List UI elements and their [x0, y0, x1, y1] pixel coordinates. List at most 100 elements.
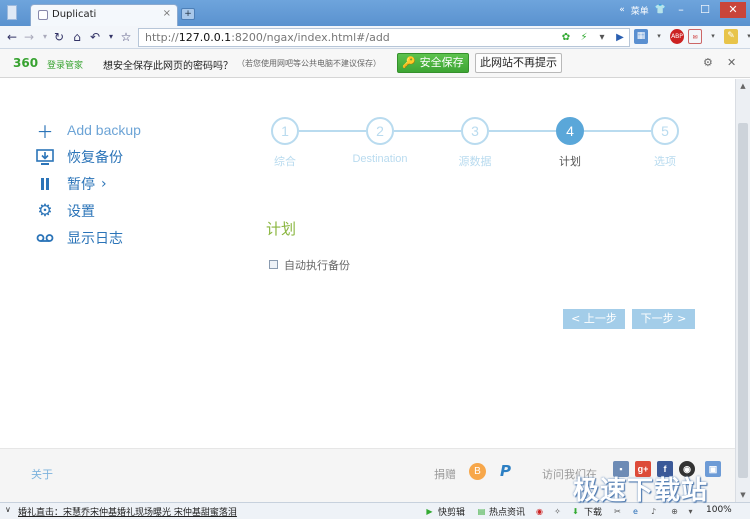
- sidebar-item-label: 暂停: [67, 177, 95, 193]
- never-prompt-button[interactable]: 此网站不再提示: [475, 53, 562, 73]
- step-2-label[interactable]: Destination: [340, 153, 420, 165]
- step-2-circle[interactable]: 2: [366, 117, 394, 145]
- bookmark-star-icon[interactable]: ☆: [119, 29, 133, 45]
- next-step-button[interactable]: 下一步 >: [632, 309, 695, 329]
- password-save-bar: 360 登录管家 想安全保存此网页的密码吗？ （若您使用网吧等公共电脑不建议保存…: [0, 49, 750, 78]
- tab-close-icon[interactable]: ×: [163, 8, 171, 19]
- new-tab-button[interactable]: +: [181, 8, 195, 20]
- home-icon[interactable]: ⌂: [70, 29, 84, 45]
- gear-icon[interactable]: ⚙: [703, 56, 713, 69]
- paypal-icon[interactable]: P: [500, 462, 511, 480]
- auto-run-label[interactable]: 自动执行备份: [284, 257, 350, 273]
- hot-news-link[interactable]: 热点资讯: [489, 505, 525, 518]
- browser-titlebar: Duplicati × + « 菜单 👕 – ☐ ✕: [0, 0, 750, 26]
- login-manager-label: 登录管家: [47, 61, 84, 71]
- apps-dropdown-icon[interactable]: ▾: [652, 29, 666, 44]
- speed-mode-icon[interactable]: ⚡: [577, 30, 591, 45]
- step-1-circle[interactable]: 1: [271, 117, 299, 145]
- mail-dropdown-icon[interactable]: ▾: [706, 29, 720, 44]
- about-link[interactable]: 关于: [31, 466, 53, 482]
- donate-label: 捐赠: [434, 468, 456, 481]
- logo-360: 360: [13, 56, 39, 70]
- shirt-skin-icon[interactable]: 👕: [655, 5, 666, 15]
- scroll-down-arrow-icon[interactable]: ▼: [736, 488, 750, 502]
- address-bar[interactable]: http://127.0.0.1:8200/ngax/index.html#/a…: [138, 28, 630, 47]
- navigation-bar: ← → ▾ ↻ ⌂ ↶ ▾ ☆ http://127.0.0.1:8200/ng…: [0, 26, 750, 49]
- url-text: http://127.0.0.1:8200/ngax/index.html#/a…: [145, 31, 390, 44]
- news-ticker-link[interactable]: 婚礼直击：宋慧乔宋仲基婚礼现场曝光 宋仲基甜蜜落泪: [18, 505, 237, 518]
- privacy-icon[interactable]: ◉: [534, 506, 545, 517]
- refresh-icon[interactable]: ↻: [52, 29, 66, 45]
- close-window-button[interactable]: ✕: [720, 2, 746, 18]
- previous-step-button[interactable]: < 上一步: [563, 309, 625, 329]
- sidebar-item-add-backup[interactable]: ＋ Add backup: [35, 119, 141, 143]
- news-prefix: 婚礼直击：: [18, 508, 64, 518]
- zoom-dropdown-icon[interactable]: ▾: [685, 506, 696, 517]
- step-connector: [584, 130, 651, 132]
- scroll-thumb[interactable]: [738, 123, 748, 478]
- zoom-level[interactable]: 100%: [706, 505, 732, 515]
- step-3-circle[interactable]: 3: [461, 117, 489, 145]
- pause-icon: [35, 174, 55, 194]
- sidebar-item-settings[interactable]: ⚙ 设置: [35, 200, 95, 222]
- menu-button[interactable]: 菜单: [631, 4, 649, 17]
- address-dropdown-icon[interactable]: ▾: [595, 30, 609, 45]
- close-icon[interactable]: ✕: [727, 56, 736, 69]
- ie-icon[interactable]: e: [630, 506, 641, 517]
- note-dropdown-icon[interactable]: ▾: [742, 29, 750, 44]
- section-title: 计划: [266, 220, 297, 238]
- toolbar-extensions: ▦ ▾ ABP ✉ ▾ ✎ ▾ ≡: [634, 29, 750, 44]
- pin-icon[interactable]: ✧: [552, 506, 563, 517]
- step-connector: [299, 130, 366, 132]
- tab-title: Duplicati: [52, 9, 97, 20]
- minimize-button[interactable]: –: [672, 2, 690, 18]
- plus-icon: ＋: [36, 122, 54, 143]
- sidebar-item-label: 恢复备份: [67, 150, 123, 166]
- public-computer-note: （若您使用网吧等公共电脑不建议保存）: [237, 59, 381, 68]
- zoom-icon[interactable]: ⊕: [669, 506, 680, 517]
- step-3-label[interactable]: 源数据: [435, 153, 515, 169]
- chevron-down-icon[interactable]: ∨: [5, 505, 11, 514]
- screenshot-icon[interactable]: ✂: [612, 506, 623, 517]
- back-arrow-icon[interactable]: ←: [5, 29, 19, 45]
- sidebar-item-pause[interactable]: 暂停 ›: [35, 173, 107, 195]
- step-connector: [489, 130, 556, 132]
- duplicati-page: ＋ Add backup 恢复备份 暂停 › ⚙ 设置 显示日志 1 2 3 4…: [0, 79, 735, 502]
- auto-run-checkbox[interactable]: [269, 260, 278, 269]
- step-1-label[interactable]: 综合: [245, 153, 325, 169]
- scroll-up-arrow-icon[interactable]: ▲: [736, 79, 750, 93]
- sound-icon[interactable]: ♪: [648, 506, 659, 517]
- adblock-plus-icon[interactable]: ABP: [670, 29, 684, 44]
- back-arrows-icon[interactable]: «: [619, 5, 625, 15]
- window-controls: « 菜单 👕 – ☐ ✕: [619, 0, 750, 20]
- forward-arrow-icon[interactable]: →: [22, 29, 36, 45]
- sidebar-item-restore[interactable]: 恢复备份: [35, 146, 123, 168]
- download-arrow-icon[interactable]: ⬇: [570, 506, 581, 517]
- kuaijian-link[interactable]: 快剪辑: [438, 505, 465, 518]
- safe-save-button[interactable]: 🔑 安全保存: [397, 53, 469, 73]
- bitcoin-icon[interactable]: B: [469, 463, 486, 480]
- chevron-right-icon: ›: [101, 176, 107, 192]
- tab-duplicati[interactable]: Duplicati ×: [30, 4, 178, 26]
- undo-dropdown-icon[interactable]: ▾: [104, 29, 118, 45]
- mail-icon[interactable]: ✉: [688, 29, 702, 44]
- vertical-scrollbar[interactable]: ▲ ▼: [735, 79, 750, 502]
- step-5-circle[interactable]: 5: [651, 117, 679, 145]
- note-icon[interactable]: ✎: [724, 29, 738, 44]
- step-5-label[interactable]: 选项: [625, 153, 705, 169]
- history-dropdown-icon[interactable]: ▾: [38, 29, 52, 45]
- step-4-label[interactable]: 计划: [530, 153, 610, 169]
- sidebar-item-show-log[interactable]: 显示日志: [35, 227, 123, 249]
- maximize-button[interactable]: ☐: [696, 2, 714, 18]
- go-arrow-icon[interactable]: ▶: [613, 30, 627, 45]
- security-shield-icon[interactable]: ✿: [559, 30, 573, 45]
- page-favicon-icon: [38, 10, 48, 20]
- step-4-circle[interactable]: 4: [556, 117, 584, 145]
- log-tape-icon: [35, 228, 55, 248]
- apps-grid-icon[interactable]: ▦: [634, 29, 648, 44]
- browser-logo-icon: [7, 5, 17, 20]
- watermark-text: 极速下载站: [573, 476, 709, 506]
- news-icon: ▤: [477, 507, 486, 516]
- monitor-download-icon: [35, 147, 55, 167]
- undo-icon[interactable]: ↶: [88, 29, 102, 45]
